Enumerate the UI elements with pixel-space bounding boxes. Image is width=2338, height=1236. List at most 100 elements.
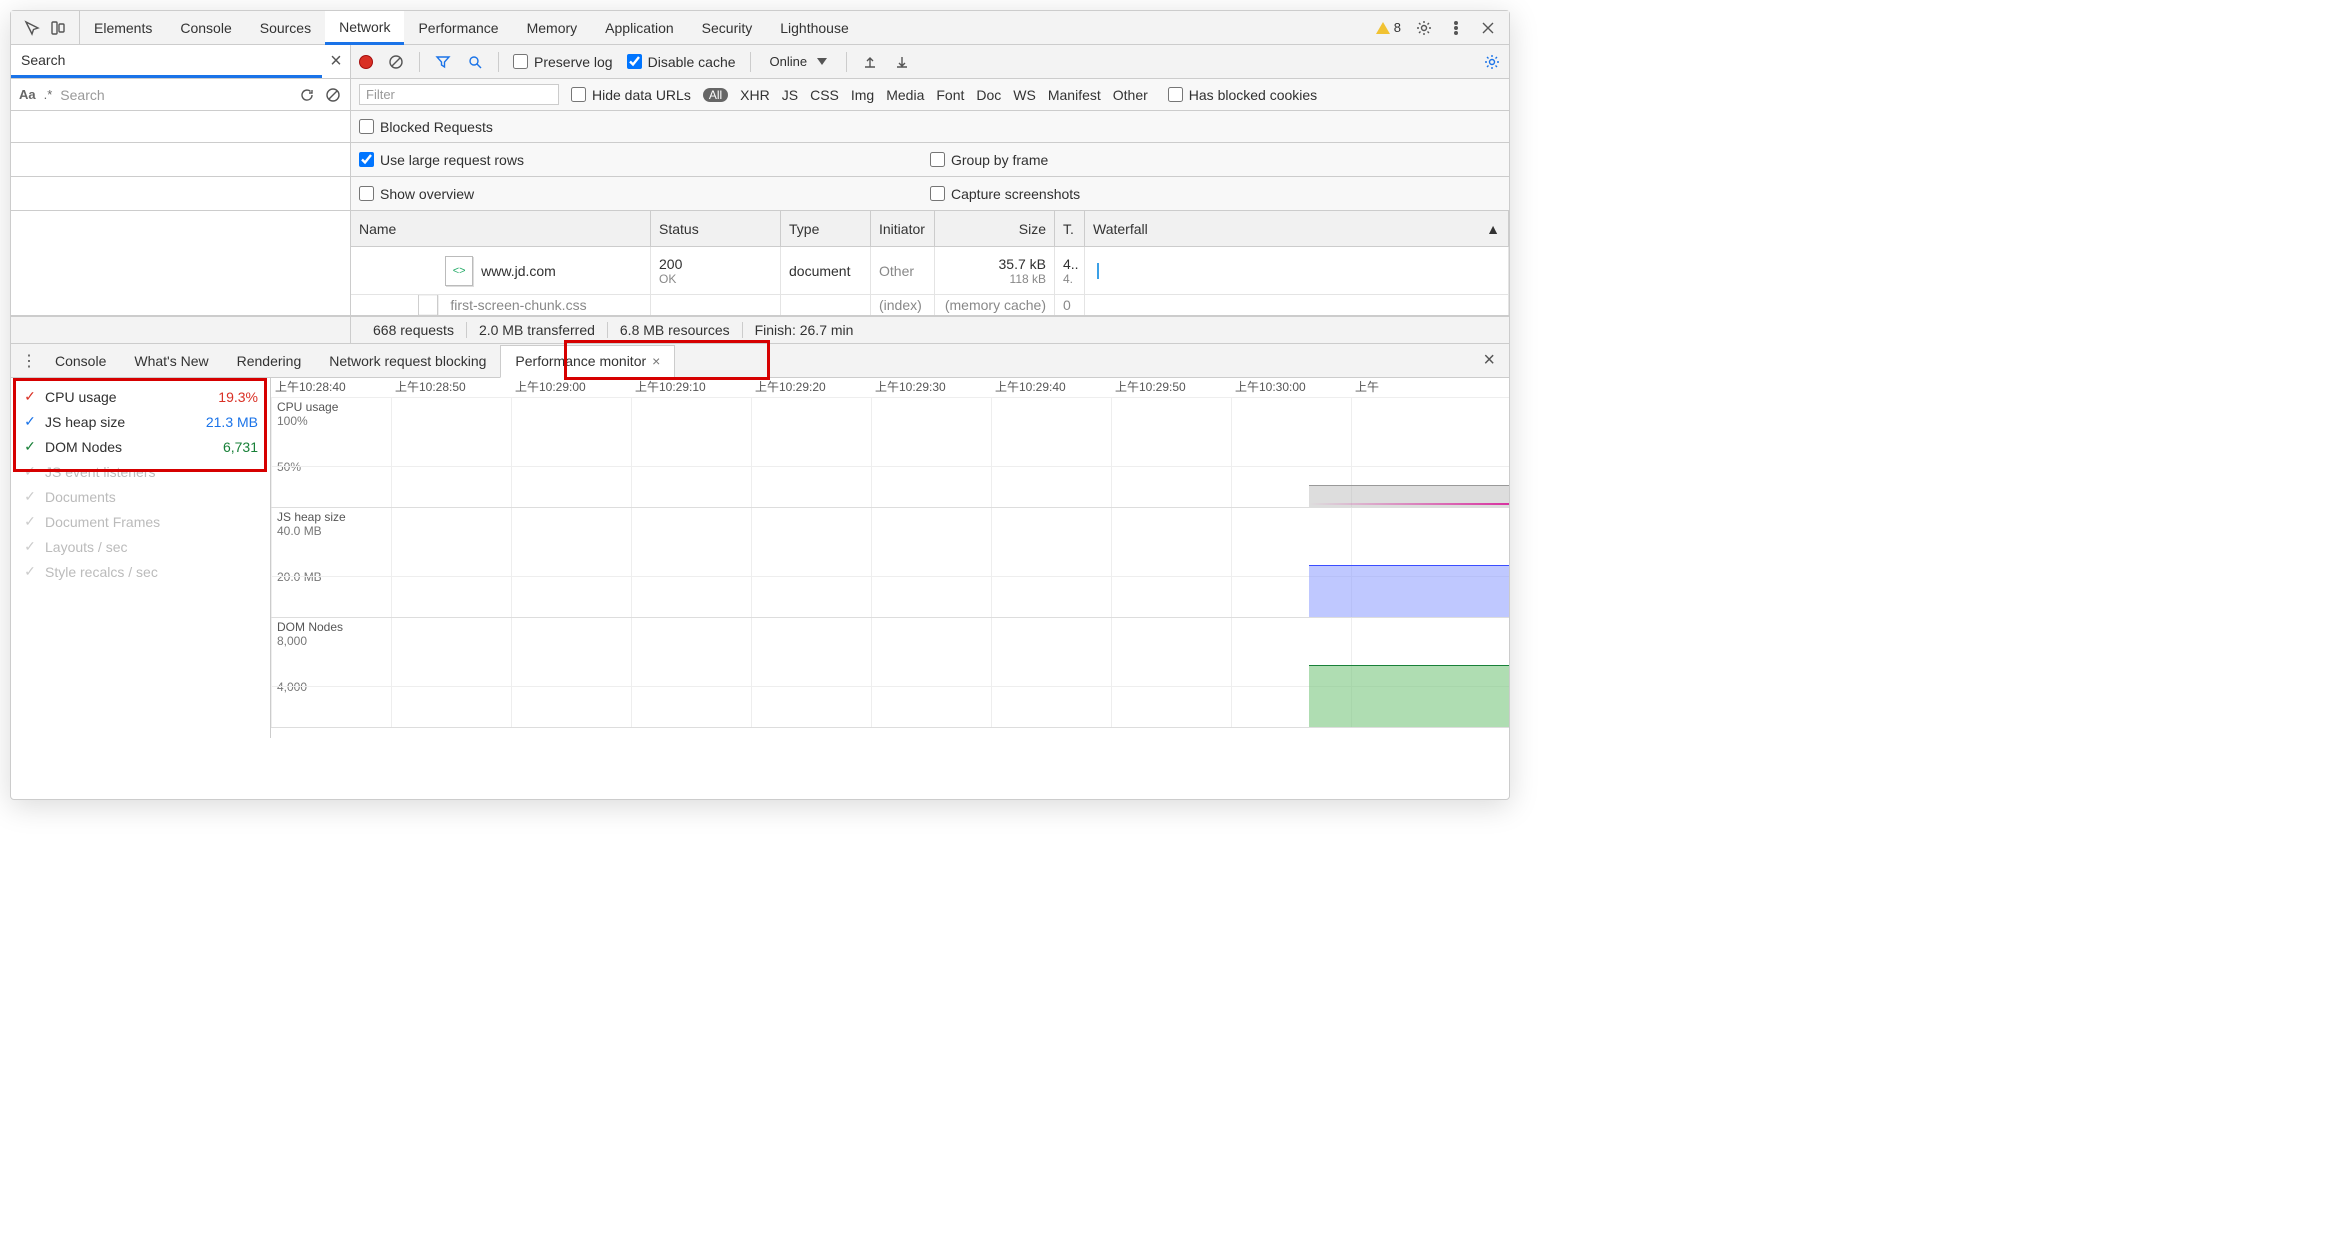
performance-monitor: ✓CPU usage19.3%✓JS heap size21.3 MB✓DOM …: [11, 378, 1509, 738]
col-name[interactable]: Name: [351, 211, 651, 246]
col-type[interactable]: Type: [781, 211, 871, 246]
pm-chart-dom: DOM Nodes 8,000 4,000: [271, 618, 1509, 728]
warnings-badge[interactable]: 8: [1376, 20, 1401, 35]
annotation-highlight: [564, 340, 770, 380]
tab-memory[interactable]: Memory: [513, 11, 592, 44]
filter-type-js[interactable]: JS: [782, 87, 798, 103]
pm-metric-label: Style recalcs / sec: [45, 564, 158, 580]
search-icon[interactable]: [466, 53, 484, 71]
device-toolbar-icon[interactable]: [49, 19, 67, 37]
disable-cache-checkbox[interactable]: Disable cache: [627, 54, 736, 70]
filter-type-css[interactable]: CSS: [810, 87, 839, 103]
capture-screenshots-checkbox[interactable]: Capture screenshots: [930, 186, 1501, 202]
filter-type-doc[interactable]: Doc: [976, 87, 1001, 103]
row-time: 0: [1063, 297, 1076, 313]
drawer-tab-rendering[interactable]: Rendering: [223, 344, 316, 377]
col-waterfall[interactable]: Waterfall▲: [1085, 211, 1509, 246]
pm-metric-label: Documents: [45, 489, 116, 505]
search-input[interactable]: [60, 87, 290, 103]
annotation-highlight: [13, 378, 267, 472]
filter-icon[interactable]: [434, 53, 452, 71]
filter-type-other[interactable]: Other: [1113, 87, 1148, 103]
check-icon: ✓: [23, 563, 37, 580]
record-button[interactable]: [359, 55, 373, 69]
col-size[interactable]: Size: [935, 211, 1055, 246]
waterfall-bar: [1097, 263, 1099, 279]
table-row[interactable]: first-screen-chunk.css (index) (memory c…: [351, 295, 1509, 315]
tab-elements[interactable]: Elements: [80, 11, 166, 44]
warning-icon: [1376, 22, 1390, 34]
hide-data-urls-checkbox[interactable]: Hide data URLs: [571, 87, 691, 103]
filter-type-manifest[interactable]: Manifest: [1048, 87, 1101, 103]
tab-application[interactable]: Application: [591, 11, 688, 44]
time-tick-label: 上午10:28:50: [391, 378, 511, 397]
time-tick-label: 上午10:29:20: [751, 378, 871, 397]
cpu-line-secondary: [1309, 503, 1509, 505]
col-initiator[interactable]: Initiator: [871, 211, 935, 246]
filter-type-ws[interactable]: WS: [1013, 87, 1036, 103]
download-har-icon[interactable]: [893, 53, 911, 71]
col-time[interactable]: T.: [1055, 211, 1085, 246]
drawer-close-icon[interactable]: ×: [1475, 349, 1503, 372]
blocked-cookies-label: Has blocked cookies: [1189, 87, 1317, 103]
row-time: 4..: [1063, 256, 1076, 272]
pm-metric-item[interactable]: ✓Document Frames: [11, 509, 270, 534]
table-row[interactable]: <>www.jd.com 200OK document Other 35.7 k…: [351, 247, 1509, 295]
kebab-icon[interactable]: [1447, 19, 1465, 37]
tab-console[interactable]: Console: [166, 11, 245, 44]
filter-type-media[interactable]: Media: [886, 87, 924, 103]
inspect-element-icon[interactable]: [23, 19, 41, 37]
clear-icon[interactable]: [387, 53, 405, 71]
row-size: 35.7 kB: [999, 256, 1046, 272]
check-icon: ✓: [23, 513, 37, 530]
row-type: document: [789, 263, 862, 279]
clear-search-icon[interactable]: [324, 86, 342, 104]
filter-type-img[interactable]: Img: [851, 87, 874, 103]
regex-toggle[interactable]: .*: [44, 87, 53, 102]
drawer-tab-whatsnew[interactable]: What's New: [120, 344, 222, 377]
gear-icon[interactable]: [1415, 19, 1433, 37]
show-overview-checkbox[interactable]: Show overview: [359, 186, 930, 202]
drawer-tab-console[interactable]: Console: [41, 344, 120, 377]
close-search-icon[interactable]: ×: [322, 50, 350, 73]
large-rows-checkbox[interactable]: Use large request rows: [359, 152, 930, 168]
filter-type-font[interactable]: Font: [936, 87, 964, 103]
upload-har-icon[interactable]: [861, 53, 879, 71]
summary-resources: 6.8 MB resources: [608, 322, 743, 338]
search-tab-label[interactable]: Search: [11, 45, 322, 78]
throttling-select[interactable]: Online: [765, 52, 833, 71]
filter-input[interactable]: [359, 84, 559, 105]
blocked-cookies-checkbox[interactable]: Has blocked cookies: [1168, 87, 1317, 103]
group-frame-label: Group by frame: [951, 152, 1048, 168]
blocked-requests-checkbox[interactable]: Blocked Requests: [359, 119, 493, 135]
time-tick-label: 上午10:28:40: [271, 378, 391, 397]
drawer-tab-blocking[interactable]: Network request blocking: [315, 344, 500, 377]
tab-lighthouse[interactable]: Lighthouse: [766, 11, 863, 44]
col-status[interactable]: Status: [651, 211, 781, 246]
preserve-log-checkbox[interactable]: Preserve log: [513, 54, 613, 70]
network-settings-gear-icon[interactable]: [1483, 53, 1501, 71]
tab-sources[interactable]: Sources: [246, 11, 325, 44]
drawer-kebab-icon[interactable]: ⋮: [17, 351, 41, 371]
devtools-tabs-bar: Elements Console Sources Network Perform…: [11, 11, 1509, 45]
row-size: (memory cache): [945, 297, 1046, 313]
tab-performance[interactable]: Performance: [404, 11, 512, 44]
pm-metric-item[interactable]: ✓Documents: [11, 484, 270, 509]
warnings-count: 8: [1394, 20, 1401, 35]
summary-requests: 668 requests: [361, 322, 467, 338]
dom-area: [1309, 665, 1509, 727]
filter-type-xhr[interactable]: XHR: [740, 87, 770, 103]
group-frame-checkbox[interactable]: Group by frame: [930, 152, 1501, 168]
css-icon: [419, 295, 439, 315]
tab-network[interactable]: Network: [325, 11, 404, 45]
pm-chart-jsheap: JS heap size 40.0 MB 20.0 MB: [271, 508, 1509, 618]
filter-all-pill[interactable]: All: [703, 88, 728, 102]
col-waterfall-label: Waterfall: [1093, 221, 1148, 237]
match-case-toggle[interactable]: Aa: [19, 87, 36, 102]
close-icon[interactable]: [1479, 19, 1497, 37]
pm-metric-item[interactable]: ✓ Style recalcs / sec: [11, 559, 270, 584]
tab-security[interactable]: Security: [688, 11, 767, 44]
refresh-search-icon[interactable]: [298, 86, 316, 104]
network-filter-bar: Hide data URLs All XHR JS CSS Img Media …: [351, 79, 1509, 110]
pm-metric-item[interactable]: ✓Layouts / sec: [11, 534, 270, 559]
